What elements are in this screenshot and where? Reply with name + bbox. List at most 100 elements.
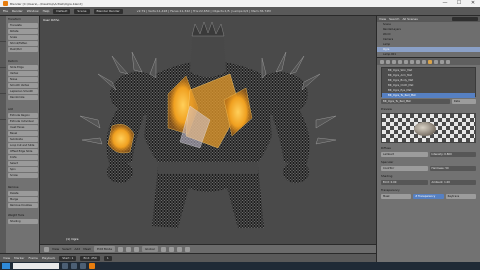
file-explorer-icon[interactable] bbox=[71, 263, 77, 269]
tool-button[interactable]: Push/Pull bbox=[8, 47, 38, 52]
material-name-field[interactable]: BR_Ogre_Tu_Red_Mat bbox=[381, 99, 450, 104]
diffuse-panel-title[interactable]: Diffuse bbox=[381, 146, 476, 150]
timeline-menu-playback[interactable]: Playback bbox=[42, 256, 55, 260]
diffuse-shader-select[interactable]: Lambert bbox=[381, 152, 428, 157]
section-title[interactable]: Remove bbox=[8, 186, 38, 190]
menu-add[interactable]: Add bbox=[74, 247, 80, 251]
tool-button[interactable]: Screw bbox=[8, 173, 38, 178]
tool-button[interactable]: Spin bbox=[8, 167, 38, 172]
tool-button[interactable]: Merge bbox=[8, 197, 38, 202]
outliner-row[interactable]: Lamp.001 bbox=[377, 52, 480, 57]
specular-shader-select[interactable]: CookTorr bbox=[381, 166, 428, 171]
tool-button[interactable]: Shrink/Fatten bbox=[8, 41, 38, 46]
tool-button[interactable]: Noise bbox=[8, 77, 38, 82]
end-frame-field[interactable]: End: 250 bbox=[80, 255, 100, 261]
menu-render[interactable]: Render bbox=[12, 9, 23, 13]
emit-field[interactable]: Emit: 0.00 bbox=[381, 180, 428, 185]
browser-icon[interactable] bbox=[80, 263, 86, 269]
taskbar-search-input[interactable] bbox=[13, 263, 59, 269]
3d-viewport[interactable]: User Ortho (1) Ogre bbox=[40, 16, 376, 244]
tool-button[interactable]: Inset Faces bbox=[8, 125, 38, 130]
menu-file[interactable]: File bbox=[3, 9, 8, 13]
shading-icon[interactable] bbox=[118, 246, 124, 252]
timeline-menu-frame[interactable]: Frame bbox=[29, 256, 38, 260]
outliner-search-input[interactable] bbox=[452, 17, 478, 21]
texture-tab-icon[interactable] bbox=[434, 59, 438, 64]
preview-panel-title[interactable]: Preview bbox=[381, 107, 476, 111]
menu-mesh[interactable]: Mesh bbox=[83, 247, 91, 251]
snap-icon[interactable] bbox=[184, 246, 190, 252]
current-frame-field[interactable]: 1 bbox=[103, 255, 112, 261]
outliner-display-mode[interactable]: All Scenes bbox=[402, 17, 417, 21]
task-view-icon[interactable] bbox=[62, 263, 68, 269]
tool-button[interactable]: Smooth Vertex bbox=[8, 83, 38, 88]
edge-select-icon[interactable] bbox=[168, 246, 174, 252]
render-layers-tab-icon[interactable] bbox=[386, 59, 390, 64]
specular-panel-title[interactable]: Specular bbox=[381, 160, 476, 164]
start-frame-field[interactable]: Start: 1 bbox=[59, 255, 77, 261]
section-title[interactable]: Deform bbox=[8, 60, 38, 64]
transparency-mode-raytrace[interactable]: Raytrace bbox=[445, 194, 476, 199]
specular-hardness-field[interactable]: Hardness: 50 bbox=[429, 166, 476, 171]
tool-button[interactable]: Shading bbox=[8, 219, 38, 224]
data-tab-icon[interactable] bbox=[422, 59, 426, 64]
constraints-tab-icon[interactable] bbox=[410, 59, 414, 64]
menu-help[interactable]: Help bbox=[43, 9, 50, 13]
tool-button[interactable]: Scale bbox=[8, 35, 38, 40]
transparency-mode-mask[interactable]: Mask bbox=[381, 194, 412, 199]
diffuse-intensity-field[interactable]: Intensity: 0.800 bbox=[429, 152, 476, 157]
render-tab-icon[interactable] bbox=[380, 59, 384, 64]
tool-button[interactable]: Offset Edge Slide bbox=[8, 149, 38, 154]
material-slot[interactable]: BR_Ogre_Tu_Red_Mat bbox=[382, 93, 475, 98]
tool-button[interactable]: Translate bbox=[8, 23, 38, 28]
render-engine-selector[interactable]: Blender Render bbox=[93, 8, 123, 14]
mode-selector[interactable]: Edit Mode bbox=[94, 246, 116, 252]
tool-button[interactable]: Remove Doubles bbox=[8, 203, 38, 208]
tool-button[interactable]: Rotate bbox=[8, 29, 38, 34]
tool-button[interactable]: Slide Edge bbox=[8, 65, 38, 70]
section-title[interactable]: Weight Tools bbox=[8, 214, 38, 218]
tool-button[interactable]: Extrude Individual bbox=[8, 119, 38, 124]
world-tab-icon[interactable] bbox=[398, 59, 402, 64]
editor-type-icon[interactable] bbox=[44, 246, 49, 252]
timeline-menu-marker[interactable]: Marker bbox=[14, 256, 24, 260]
section-title[interactable]: Add bbox=[8, 108, 38, 112]
tool-button[interactable]: Subdivide bbox=[8, 137, 38, 142]
tool-button[interactable]: Randomize bbox=[8, 95, 38, 100]
ambient-field[interactable]: Ambient: 1.00 bbox=[429, 180, 476, 185]
pivot-icon[interactable] bbox=[126, 246, 132, 252]
close-button[interactable]: ✕ bbox=[466, 0, 480, 7]
outliner-menu-search[interactable]: Search bbox=[389, 17, 399, 21]
windows-start-icon[interactable] bbox=[2, 263, 10, 269]
tool-button[interactable]: Loop Cut and Slide bbox=[8, 143, 38, 148]
particles-tab-icon[interactable] bbox=[440, 59, 444, 64]
transparency-panel-title[interactable]: Transparency bbox=[381, 188, 476, 192]
maximize-button[interactable]: ☐ bbox=[452, 0, 466, 7]
menu-view[interactable]: View bbox=[52, 247, 59, 251]
vertex-select-icon[interactable] bbox=[160, 246, 166, 252]
tab-create[interactable] bbox=[0, 42, 6, 68]
outliner-menu-view[interactable]: View bbox=[379, 17, 386, 21]
tool-button[interactable]: Bevel bbox=[8, 131, 38, 136]
minimize-button[interactable]: — bbox=[438, 0, 452, 7]
orientation-selector[interactable]: Global bbox=[142, 246, 158, 252]
menu-window[interactable]: Window bbox=[27, 9, 39, 13]
face-select-icon[interactable] bbox=[176, 246, 182, 252]
ogre-mesh-render[interactable] bbox=[40, 16, 376, 244]
tool-button[interactable]: Delete bbox=[8, 191, 38, 196]
manipulator-icon[interactable] bbox=[134, 246, 140, 252]
tab-options[interactable] bbox=[0, 94, 6, 120]
object-tab-icon[interactable] bbox=[404, 59, 408, 64]
tool-button[interactable]: Vertex bbox=[8, 71, 38, 76]
transparency-mode-z[interactable]: Z Transparency bbox=[413, 194, 444, 199]
modifiers-tab-icon[interactable] bbox=[416, 59, 420, 64]
layout-selector[interactable]: Default bbox=[53, 8, 71, 14]
tab-shading[interactable] bbox=[0, 68, 6, 94]
tool-button[interactable]: Extrude Region bbox=[8, 113, 38, 118]
physics-tab-icon[interactable] bbox=[446, 59, 450, 64]
menu-select[interactable]: Select bbox=[62, 247, 71, 251]
blender-taskbar-icon[interactable] bbox=[89, 263, 95, 269]
tool-button[interactable]: Laplacian Smooth bbox=[8, 89, 38, 94]
tab-tools[interactable] bbox=[0, 16, 6, 42]
tool-button[interactable]: Knife bbox=[8, 155, 38, 160]
